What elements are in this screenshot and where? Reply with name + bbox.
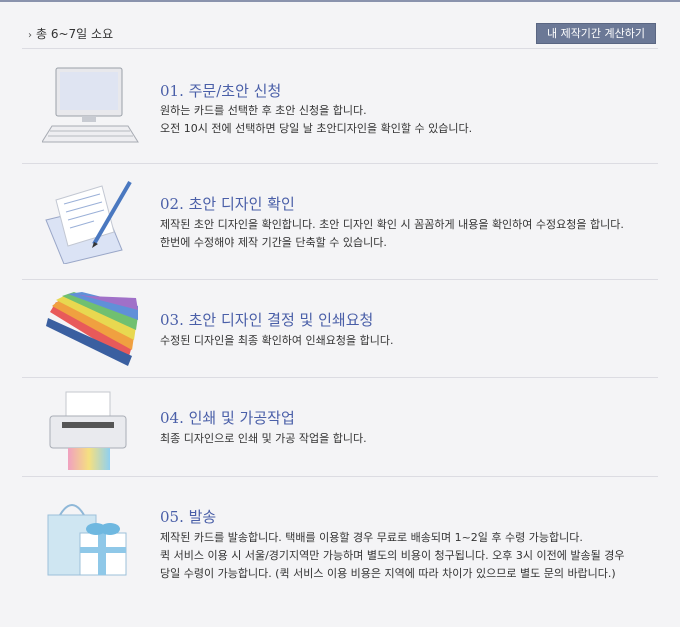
- step-3: 03. 초안 디자인 결정 및 인쇄요청 수정된 디자인을 최종 확인하여 인쇄…: [22, 280, 658, 378]
- calculate-period-button[interactable]: 내 제작기간 계산하기: [536, 23, 656, 44]
- step-4: 04. 인쇄 및 가공작업 최종 디자인으로 인쇄 및 가공 작업을 합니다.: [22, 378, 658, 477]
- step-title: 01. 주문/초안 신청: [160, 82, 282, 100]
- desc-line: 수정된 디자인을 최종 확인하여 인쇄요청을 합니다.: [160, 334, 394, 347]
- step-2: 02. 초안 디자인 확인 제작된 초안 디자인을 확인합니다. 초안 디자인 …: [22, 164, 658, 280]
- step-description: 제작된 카드를 발송합니다. 택배를 이용할 경우 무료로 배송되며 1~2일 …: [160, 529, 650, 583]
- total-duration-text: 총 6~7일 소요: [36, 27, 114, 41]
- step-title: 05. 발송: [160, 508, 217, 526]
- step-1: 01. 주문/초안 신청 원하는 카드를 선택한 후 초안 신청을 합니다. 오…: [22, 50, 658, 164]
- total-duration: › 총 6~7일 소요: [28, 25, 113, 42]
- step-title: 02. 초안 디자인 확인: [160, 195, 295, 213]
- desc-line: 한번에 수정해야 제작 기간을 단축할 수 있습니다.: [160, 236, 387, 249]
- top-rule: [0, 0, 680, 2]
- step-description: 최종 디자인으로 인쇄 및 가공 작업을 합니다.: [160, 430, 650, 448]
- desc-line: 최종 디자인으로 인쇄 및 가공 작업을 합니다.: [160, 432, 367, 445]
- computer-icon: [42, 67, 139, 143]
- desc-line: 당일 수령이 가능합니다. (퀵 서비스 이용 비용은 지역에 따라 차이가 있…: [160, 567, 616, 580]
- color-swatch-icon: [46, 292, 138, 366]
- step-description: 제작된 초안 디자인을 확인합니다. 초안 디자인 확인 시 꼼꼼하게 내용을 …: [160, 216, 650, 252]
- step-5: 05. 발송 제작된 카드를 발송합니다. 택배를 이용할 경우 무료로 배송되…: [22, 477, 658, 588]
- gift-bag-icon: [47, 504, 127, 576]
- desc-line: 제작된 카드를 발송합니다. 택배를 이용할 경우 무료로 배송되며 1~2일 …: [160, 531, 583, 544]
- step-title: 04. 인쇄 및 가공작업: [160, 409, 295, 427]
- step-description: 수정된 디자인을 최종 확인하여 인쇄요청을 합니다.: [160, 332, 650, 350]
- desc-line: 오전 10시 전에 선택하면 당일 날 초안디자인을 확인할 수 있습니다.: [160, 122, 473, 135]
- header: › 총 6~7일 소요 내 제작기간 계산하기: [22, 18, 658, 49]
- desc-line: 퀵 서비스 이용 시 서울/경기지역만 가능하며 별도의 비용이 청구됩니다. …: [160, 549, 625, 562]
- step-title: 03. 초안 디자인 결정 및 인쇄요청: [160, 311, 374, 329]
- printer-icon: [49, 391, 127, 470]
- envelope-pen-icon: [45, 180, 132, 264]
- step-description: 원하는 카드를 선택한 후 초안 신청을 합니다. 오전 10시 전에 선택하면…: [160, 102, 650, 138]
- desc-line: 원하는 카드를 선택한 후 초안 신청을 합니다.: [160, 104, 367, 117]
- chevron-right-icon: ›: [28, 30, 32, 41]
- desc-line: 제작된 초안 디자인을 확인합니다. 초안 디자인 확인 시 꼼꼼하게 내용을 …: [160, 218, 624, 231]
